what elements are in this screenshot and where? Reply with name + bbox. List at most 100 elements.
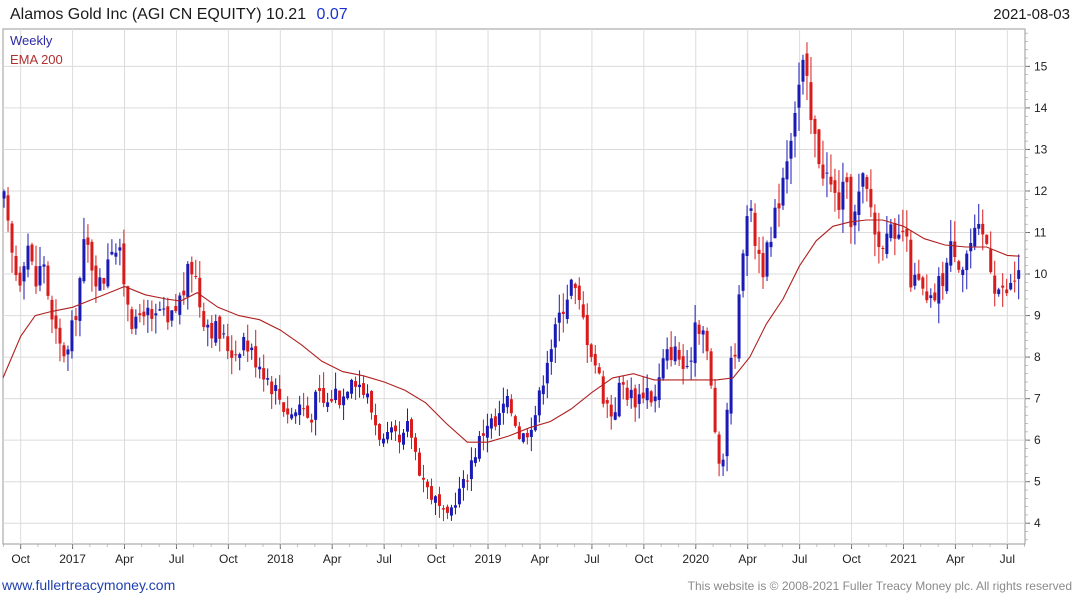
candle-body [669, 347, 673, 361]
candle-body [406, 421, 410, 432]
candle-body [382, 438, 386, 444]
candle-body [413, 437, 417, 452]
x-tick-label: Apr [738, 552, 757, 566]
candle-body [386, 432, 390, 440]
candle-body [485, 425, 489, 438]
candle-body [334, 388, 338, 400]
y-tick-label: 10 [1034, 267, 1048, 281]
x-tick-label: 2021 [890, 552, 917, 566]
candle-body [318, 388, 322, 391]
candle-body [949, 241, 953, 266]
candle-body [849, 176, 853, 228]
candle-body [665, 349, 669, 361]
candle-body [118, 247, 122, 251]
candle-body [997, 289, 1001, 295]
candle-body [182, 290, 186, 296]
candle-body [777, 203, 781, 209]
candle-body [54, 315, 58, 329]
candle-body [677, 349, 681, 360]
candle-body [42, 264, 46, 267]
candle-body [322, 387, 326, 403]
candle-body [186, 263, 190, 297]
candle-body [749, 208, 753, 211]
candle-body [541, 385, 545, 395]
candle-body [90, 241, 94, 271]
candle-body [545, 362, 549, 384]
candle-body [617, 382, 621, 417]
candle-body [270, 381, 274, 395]
y-tick-label: 9 [1034, 309, 1041, 323]
candle-body [701, 330, 705, 335]
candle-body [409, 419, 413, 438]
candle-body [178, 295, 182, 315]
y-tick-label: 6 [1034, 433, 1041, 447]
candle-body [350, 379, 354, 394]
price-chart: Alamos Gold Inc (AGI CN EQUITY) 10.21 0.… [1, 6, 1072, 593]
candle-body [589, 344, 593, 358]
candle-body [122, 243, 126, 285]
candle-body [346, 391, 350, 399]
chart-title-text: Alamos Gold Inc (AGI CN EQUITY) 10.21 [10, 6, 306, 23]
candle-body [873, 212, 877, 235]
candle-body [713, 387, 717, 433]
candle-body [889, 224, 893, 239]
y-tick-label: 8 [1034, 350, 1041, 364]
candle-body [789, 140, 793, 159]
candle-body [865, 177, 869, 189]
candle-body [717, 434, 721, 464]
candle-body [729, 357, 733, 414]
x-tick-label: Jul [377, 552, 392, 566]
candle-body [693, 322, 697, 364]
candle-body [433, 496, 437, 503]
candle-body [2, 191, 6, 199]
candle-body [242, 336, 246, 351]
candle-body [74, 316, 78, 321]
candle-body [198, 277, 202, 308]
candle-body [809, 82, 813, 121]
candle-body [829, 176, 833, 185]
candle-body [497, 413, 501, 425]
candle-body [897, 234, 901, 239]
candle-body [298, 404, 302, 416]
candle-body [146, 307, 150, 316]
candle-body [114, 252, 118, 257]
candle-body [645, 388, 649, 401]
candle-body [933, 292, 937, 301]
candle-body [657, 377, 661, 401]
x-tick-label: Oct [219, 552, 238, 566]
candle-body [633, 388, 637, 408]
candle-body [833, 180, 837, 193]
candle-body [437, 494, 441, 506]
candle-body [757, 249, 761, 254]
candle-body [753, 212, 757, 246]
candle-body [274, 385, 278, 391]
candle-body [925, 291, 929, 301]
candle-body [769, 241, 773, 248]
site-link[interactable]: www.fullertreacymoney.com [1, 577, 175, 593]
candle-body [1001, 285, 1005, 288]
candle-body [14, 255, 18, 276]
candle-body [973, 227, 977, 247]
candle-body [577, 285, 581, 300]
candle-body [845, 177, 849, 183]
x-tick-label: Oct [427, 552, 446, 566]
candle-body [18, 272, 22, 286]
y-tick-label: 13 [1034, 142, 1048, 156]
candle-body [785, 161, 789, 180]
candle-body [214, 321, 218, 343]
candle-body [993, 275, 997, 294]
y-tick-label: 14 [1034, 101, 1048, 115]
candle-body [825, 172, 829, 174]
candle-body [505, 395, 509, 408]
candle-body [230, 350, 234, 358]
candle-body [461, 478, 465, 488]
candle-body [885, 233, 889, 254]
candle-body [737, 294, 741, 359]
candle-body [977, 223, 981, 229]
candle-body [86, 237, 90, 245]
candle-body [553, 324, 557, 348]
candle-body [246, 340, 250, 352]
candle-body [154, 313, 158, 316]
candle-body [869, 188, 873, 208]
candle-body [745, 216, 749, 256]
